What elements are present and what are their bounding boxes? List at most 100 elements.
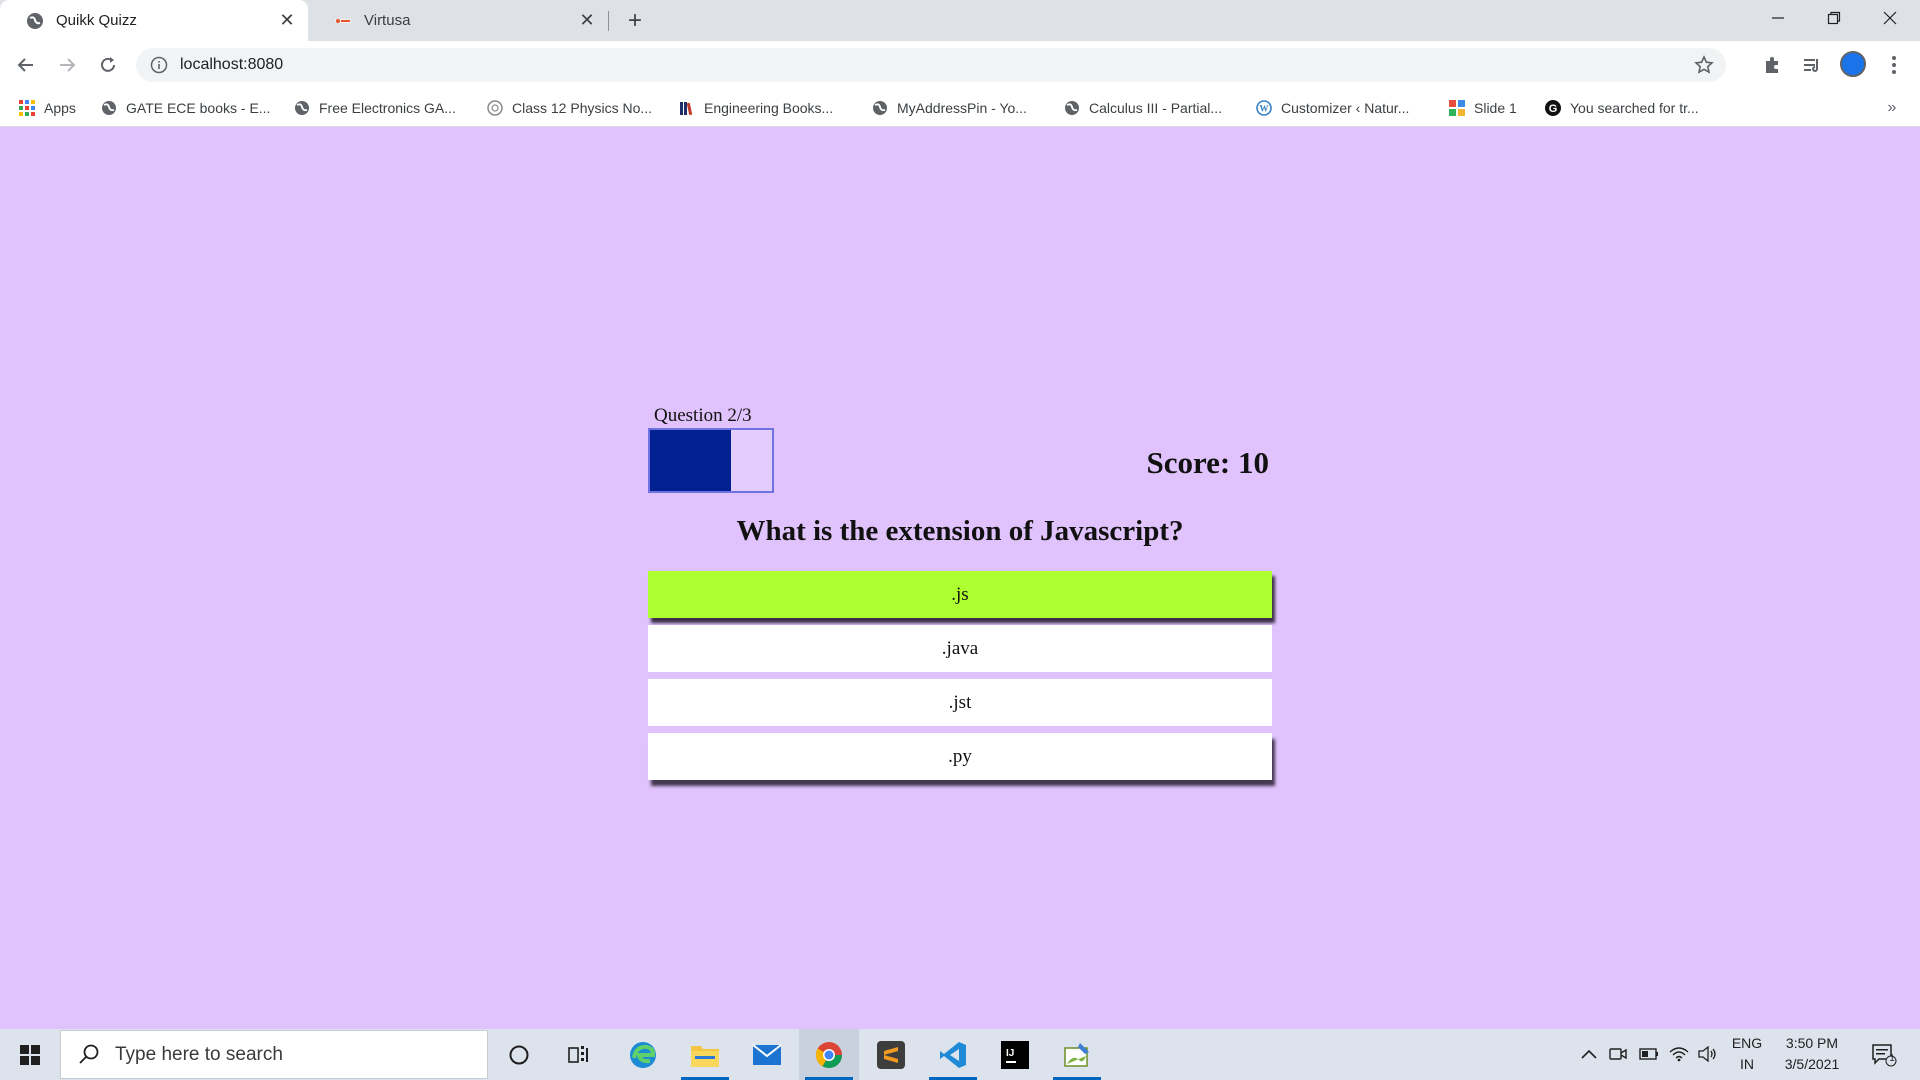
bookmark-calculus[interactable]: Calculus III - Partial... [1064,89,1222,127]
progress-bar-fill [650,430,732,491]
mail-taskbar-app[interactable] [737,1029,797,1080]
language-code: ENG [1731,1035,1763,1051]
answer-option-py[interactable]: .py [648,733,1272,780]
chrome-icon [815,1041,843,1068]
site-icon [487,100,503,116]
tab-virtusa[interactable]: Virtusa ✕ [308,0,608,41]
task-view-icon [568,1045,588,1063]
file-explorer-taskbar-app[interactable] [675,1029,735,1080]
bookmark-label: MyAddressPin - Yo... [897,100,1027,116]
svg-text:G: G [1549,103,1558,115]
globe-icon [1064,100,1080,116]
bookmark-label: Customizer ‹ Natur... [1281,100,1410,116]
bookmark-class12-physics[interactable]: Class 12 Physics No... [487,89,652,127]
question-text: What is the extension of Javascript? [736,515,1184,547]
bookmark-gate-ece[interactable]: GATE ECE books - E... [101,89,270,127]
volume-icon[interactable] [1697,1043,1719,1065]
bookmark-label: Calculus III - Partial... [1089,100,1223,116]
address-bar[interactable]: localhost:8080 [136,48,1726,82]
answer-option-js[interactable]: .js [648,571,1272,618]
tab-title: Quikk Quizz [56,12,137,29]
restore-button[interactable] [1806,0,1862,36]
answer-option-jst[interactable]: .jst [648,679,1272,726]
books-icon [679,100,695,116]
taskbar-search-box[interactable]: Type here to search [60,1030,488,1079]
sublime-text-taskbar-app[interactable] [861,1029,921,1080]
page-viewport: Question 2/3 Score: 10 What is the exten… [0,127,1920,1029]
bookmark-myaddresspin[interactable]: MyAddressPin - Yo... [872,89,1027,127]
g-icon: G [1545,100,1561,116]
wordpress-icon: W [1256,100,1272,116]
paint-taskbar-app[interactable] [1047,1029,1107,1080]
reload-icon [101,57,115,72]
question-counter: Question 2/3 [654,405,752,426]
menu-kebab-icon[interactable] [1882,53,1906,77]
extensions-puzzle-icon[interactable] [1760,53,1784,77]
bookmark-star-icon[interactable] [1694,55,1714,75]
close-icon[interactable]: ✕ [574,8,600,34]
virtusa-logo-icon [334,12,352,30]
bookmark-label: Engineering Books... [704,100,834,116]
chrome-taskbar-app[interactable] [799,1029,859,1080]
vscode-taskbar-app[interactable] [923,1029,983,1080]
answer-options: .js .java .jst .py [648,571,1272,787]
bookmark-you-searched[interactable]: G You searched for tr... [1545,89,1699,127]
globe-icon [26,12,44,30]
globe-icon [294,100,310,116]
intellij-icon: IJ [1001,1040,1029,1069]
browser-toolbar: localhost:8080 [0,41,1920,89]
bookmark-label: Apps [44,100,76,116]
bookmark-free-electronics[interactable]: Free Electronics GA... [294,89,456,127]
minimize-button[interactable] [1750,0,1806,36]
bookmarks-bar: Apps GATE ECE books - E... Free Electron… [0,89,1920,127]
close-icon[interactable]: ✕ [274,8,300,34]
meet-now-icon[interactable] [1607,1043,1629,1065]
globe-icon [101,100,117,116]
wifi-icon[interactable] [1668,1043,1690,1065]
bookmark-slide1[interactable]: Slide 1 [1449,89,1517,127]
slide-icon [1449,100,1465,116]
folder-icon [691,1045,719,1067]
bookmark-customizer[interactable]: W Customizer ‹ Natur... [1256,89,1409,127]
arrow-left-icon [17,58,33,72]
reload-button[interactable] [92,49,124,81]
search-placeholder: Type here to search [115,1043,283,1065]
intellij-taskbar-app[interactable]: IJ [985,1029,1045,1080]
bookmark-apps[interactable]: Apps [19,89,76,127]
show-hidden-icons-chevron-icon[interactable] [1578,1043,1600,1065]
new-tab-button[interactable]: + [621,7,649,35]
clock[interactable]: 3:50 PM 3/5/2021 [1772,1033,1852,1075]
windows-taskbar: Type here to search IJ ENG IN 3:50 PM 3/… [0,1029,1920,1080]
windows-logo-icon [20,1044,40,1065]
answer-option-java[interactable]: .java [648,625,1272,672]
action-center-button[interactable]: 1 [1870,1042,1898,1068]
notification-count: 1 [1889,1053,1895,1064]
svg-text:W: W [1260,104,1269,114]
forward-button[interactable] [51,49,83,81]
bookmark-label: GATE ECE books - E... [126,100,271,116]
cortana-button[interactable] [489,1029,549,1080]
task-view-button[interactable] [549,1029,609,1080]
start-button[interactable] [0,1029,60,1080]
mail-icon [752,1043,782,1065]
input-language-indicator[interactable]: ENG IN [1730,1033,1764,1075]
bookmark-engineering-books[interactable]: Engineering Books... [679,89,833,127]
clock-time: 3:50 PM [1785,1035,1839,1051]
edge-taskbar-app[interactable] [613,1029,673,1080]
apps-grid-icon [19,100,35,116]
profile-avatar[interactable] [1840,51,1866,77]
close-window-button[interactable] [1862,0,1918,36]
tab-quikk-quizz[interactable]: Quikk Quizz ✕ [0,0,308,41]
back-button[interactable] [10,49,42,81]
bookmark-label: Free Electronics GA... [319,100,456,116]
tab-strip: Quikk Quizz ✕ Virtusa ✕ + [0,0,1920,41]
battery-icon[interactable] [1638,1043,1660,1065]
edge-icon [630,1041,656,1068]
media-controls-icon[interactable] [1800,53,1824,77]
info-icon[interactable] [150,56,168,74]
svg-text:IJ: IJ [1006,1048,1014,1059]
more-bookmarks-button[interactable]: » [1880,89,1904,127]
arrow-right-icon [60,58,76,72]
url-text: localhost:8080 [180,56,284,73]
search-icon [79,1044,99,1064]
